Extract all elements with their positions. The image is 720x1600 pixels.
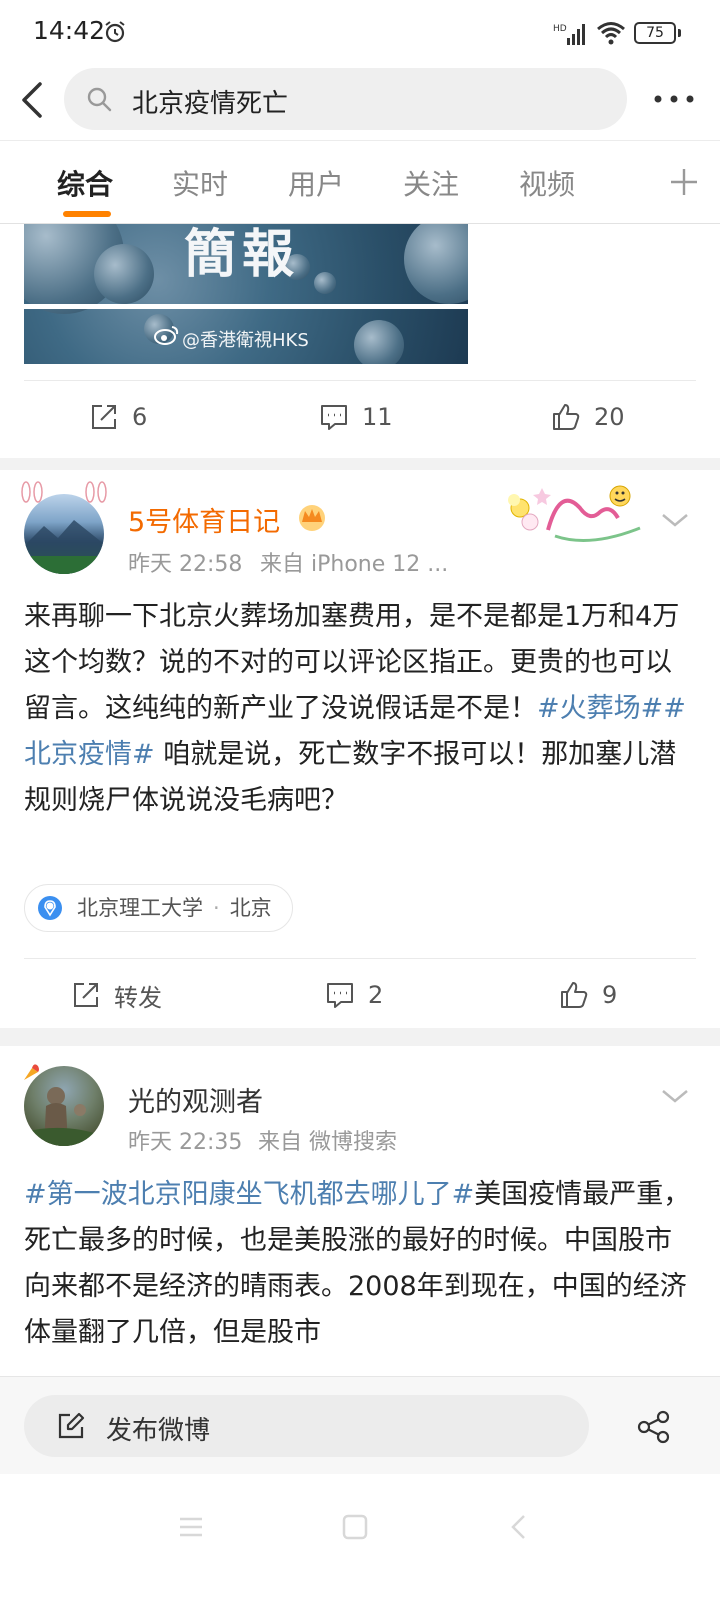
repost-count: 6 [132, 403, 148, 431]
tab-users[interactable]: 用户 [288, 163, 344, 203]
chevron-down-icon[interactable] [660, 510, 690, 530]
location-city: 北京 [229, 896, 272, 920]
compose-label: 发布微博 [106, 1416, 211, 1446]
location-tag[interactable]: 北京理工大学 · 北京 [24, 884, 293, 932]
repost-button[interactable]: 6 [88, 399, 147, 435]
hashtag-link[interactable]: #火葬场# [537, 693, 663, 724]
mountain-image [24, 520, 104, 574]
repost-label: 转发 [114, 983, 162, 1012]
avatar[interactable] [24, 494, 104, 574]
comment-icon [321, 405, 347, 430]
status-time: 14:42 [33, 16, 106, 45]
search-header: 北京疫情死亡 [0, 62, 720, 140]
hashtag-link[interactable]: #第一波北京阳康坐飞机都去哪儿了# [24, 1179, 474, 1210]
location-pin-icon [38, 896, 62, 920]
post-card[interactable]: 光的观测者 昨天 22:35 来自 微博搜索 #第一波北京阳康坐飞机都去哪儿了#… [0, 1046, 720, 1394]
location-name: 北京理工大学 [77, 896, 203, 920]
tab-comprehensive[interactable]: 综合 [57, 163, 113, 203]
home-icon[interactable] [340, 1512, 370, 1542]
back-icon[interactable] [504, 1512, 534, 1542]
thumbs-up-icon [561, 982, 588, 1008]
active-tab-indicator [63, 211, 111, 217]
search-icon [87, 87, 112, 112]
comment-count: 11 [362, 403, 393, 431]
post-actions: 转发 2 9 [24, 958, 696, 1032]
comment-button[interactable]: 11 [318, 399, 393, 435]
repost-icon [74, 983, 98, 1007]
post-image[interactable]: 簡報 @香港衛視HKS [24, 224, 468, 364]
bunny-ears-icon [85, 481, 107, 503]
plus-icon[interactable] [669, 167, 699, 197]
like-button[interactable]: 9 [558, 977, 617, 1013]
tab-following[interactable]: 关注 [403, 163, 459, 203]
username[interactable]: 光的观测者 [128, 1080, 263, 1119]
system-nav-bar [0, 1474, 720, 1600]
comment-button[interactable]: 2 [324, 977, 383, 1013]
chevron-down-icon[interactable] [660, 1086, 690, 1106]
signal-icon: HD [553, 24, 585, 45]
like-count: 20 [594, 403, 625, 431]
torch-badge-icon [24, 1064, 39, 1080]
compose-weibo-button[interactable]: 发布微博 [24, 1395, 589, 1457]
status-bar: 14:42 HD 75 [0, 0, 720, 62]
tab-video[interactable]: 视频 [519, 163, 575, 203]
like-button[interactable]: 20 [550, 399, 625, 435]
image-watermark: @香港衛視HKS [182, 330, 309, 351]
vip-crown-icon [299, 505, 325, 531]
compose-bar: 发布微博 [0, 1376, 720, 1474]
search-query: 北京疫情死亡 [132, 89, 289, 119]
battery-level: 75 [646, 25, 664, 41]
search-input[interactable]: 北京疫情死亡 [64, 68, 627, 130]
comment-icon [327, 983, 353, 1008]
search-results-feed: 簡報 @香港衛視HKS 6 11 20 5号体育日记 昨天 22:58 来自 i… [0, 224, 720, 1394]
alarm-icon [105, 21, 125, 43]
repost-button[interactable]: 转发 [70, 977, 162, 1013]
thumbs-up-icon [553, 404, 580, 430]
post-source: 来自 iPhone 12 ... [260, 552, 449, 577]
share-icon[interactable] [636, 1409, 672, 1445]
post-time: 昨天 22:35 [128, 1130, 243, 1155]
comment-count: 2 [368, 981, 384, 1009]
repost-icon [92, 405, 116, 429]
svg-text:HD: HD [553, 24, 567, 34]
bunny-ears-icon [21, 481, 43, 503]
username[interactable]: 5号体育日记 [128, 500, 280, 539]
like-count: 9 [602, 981, 618, 1009]
battery-icon: 75 [634, 22, 676, 44]
more-icon[interactable] [652, 86, 696, 112]
edit-icon [58, 1412, 85, 1439]
plog-sticker-icon [508, 485, 641, 542]
post-content[interactable]: #第一波北京阳康坐飞机都去哪儿了#美国疫情最严重，死亡最多的时候，也是美股涨的最… [24, 1172, 696, 1356]
post-card[interactable]: 5号体育日记 昨天 22:58 来自 iPhone 12 ... 来再聊一下北京… [0, 470, 720, 1028]
post-source: 来自 微博搜索 [258, 1130, 397, 1155]
back-arrow-icon[interactable] [16, 76, 48, 124]
post-time: 昨天 22:58 [128, 552, 243, 577]
weibo-logo-icon [154, 326, 179, 345]
post-content[interactable]: 来再聊一下北京火葬场加塞费用，是不是都是1万和4万这个均数？说的不对的可以评论区… [24, 594, 696, 824]
image-title-text: 簡報 [184, 225, 301, 285]
search-tabs: 综合 实时 用户 关注 视频 [0, 140, 720, 224]
wifi-icon [597, 22, 625, 45]
menu-icon[interactable] [176, 1512, 206, 1542]
tab-realtime[interactable]: 实时 [172, 163, 228, 203]
post-actions: 6 11 20 [24, 380, 696, 454]
post-card[interactable]: 簡報 @香港衛視HKS 6 11 20 [0, 224, 720, 458]
